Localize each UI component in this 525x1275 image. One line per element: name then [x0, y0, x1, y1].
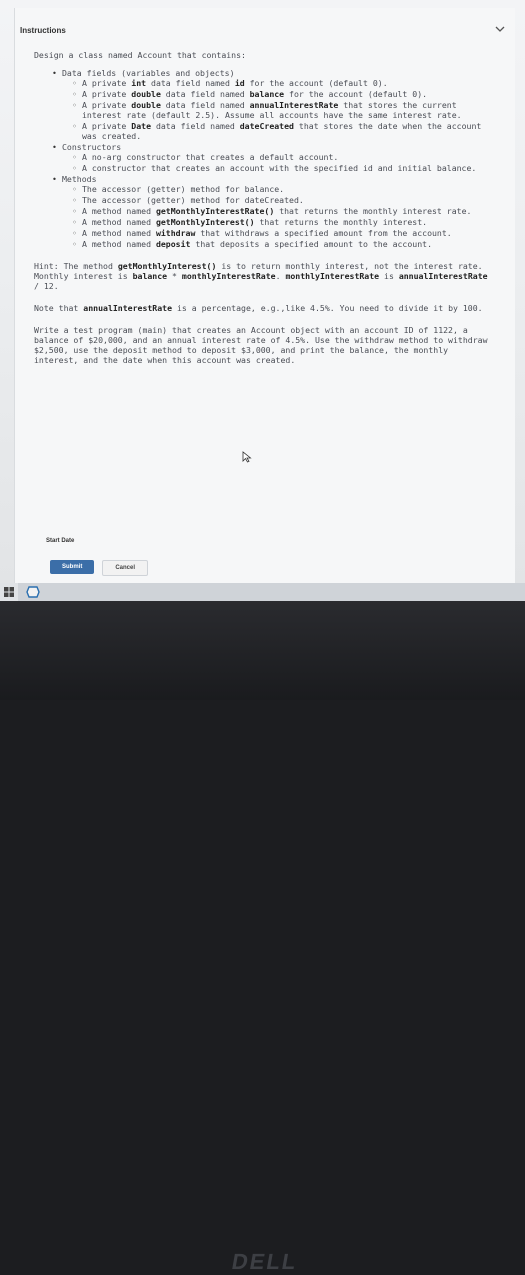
taskbar-app-button[interactable] [24, 585, 42, 599]
list-item: A private double data field named balanc… [72, 89, 494, 99]
section-item: MethodsThe accessor (getter) method for … [52, 174, 494, 249]
code-identifier: annualInterestRate [249, 100, 339, 110]
code-identifier: monthlyInterestRate [181, 271, 276, 281]
requirements-list: Data fields (variables and objects)A pri… [34, 68, 494, 249]
assignment-text: Design a class named Account that contai… [34, 40, 494, 365]
code-identifier: double [131, 89, 161, 99]
sub-list: A private int data field named id for th… [62, 78, 494, 141]
code-identifier: balance [249, 89, 285, 99]
paragraph: Note that annualInterestRate is a percen… [34, 303, 483, 313]
cancel-button[interactable]: Cancel [102, 560, 149, 576]
taskbar [0, 583, 525, 601]
code-identifier: deposit [155, 239, 191, 249]
app-icon [26, 586, 40, 598]
code-identifier: getMonthlyInterest() [155, 217, 255, 227]
code-identifier: double [131, 100, 161, 110]
code-identifier: monthlyInterestRate [285, 271, 380, 281]
code-identifier: annualInterestRate [83, 303, 173, 313]
code-identifier: getMonthlyInterestRate() [155, 206, 275, 216]
form-actions: Submit Cancel [50, 560, 149, 576]
section-label: Data fields (variables and objects) [62, 68, 235, 78]
notes-section: Hint: The method getMonthlyInterest() is… [34, 261, 494, 365]
laptop-bezel: DELL [0, 601, 525, 1274]
windows-start-button[interactable] [0, 583, 18, 601]
intro-text: Design a class named Account that contai… [34, 50, 246, 60]
submit-button[interactable]: Submit [50, 560, 95, 574]
windows-logo-icon [4, 587, 14, 597]
section-item: Data fields (variables and objects)A pri… [52, 68, 494, 141]
sub-list: A no-arg constructor that creates a defa… [62, 152, 494, 173]
mouse-cursor-icon [242, 451, 252, 463]
section-label: Constructors [62, 142, 122, 152]
list-item: A private Date data field named dateCrea… [72, 121, 494, 141]
code-identifier: int [131, 78, 147, 88]
list-item: A constructor that creates an account wi… [72, 163, 494, 173]
section-label: Methods [62, 174, 97, 184]
paragraph: Hint: The method getMonthlyInterest() is… [34, 261, 488, 291]
start-date-label: Start Date [46, 538, 75, 544]
list-item: A method named deposit that deposits a s… [72, 239, 494, 249]
list-item: A method named withdraw that withdraws a… [72, 228, 494, 238]
list-item: The accessor (getter) method for dateCre… [72, 195, 494, 205]
code-identifier: getMonthlyInterest() [117, 261, 217, 271]
brand-logo: DELL [229, 1249, 300, 1274]
code-identifier: balance [132, 271, 168, 281]
code-identifier: id [234, 78, 245, 88]
code-identifier: Date [131, 121, 152, 131]
chevron-down-icon[interactable] [495, 24, 505, 34]
section-item: ConstructorsA no-arg constructor that cr… [52, 142, 494, 173]
code-identifier: annualInterestRate [398, 271, 488, 281]
code-identifier: withdraw [155, 228, 196, 238]
list-item: A private int data field named id for th… [72, 78, 494, 88]
list-item: A private double data field named annual… [72, 100, 494, 120]
monitor-screen: Instructions Design a class named Accoun… [0, 0, 525, 590]
list-item: A method named getMonthlyInterestRate() … [72, 206, 494, 216]
list-item: A no-arg constructor that creates a defa… [72, 152, 494, 162]
page-title: Instructions [20, 25, 66, 35]
list-item: A method named getMonthlyInterest() that… [72, 217, 494, 227]
paragraph: Write a test program (main) that creates… [34, 325, 488, 365]
sub-list: The accessor (getter) method for balance… [62, 184, 494, 249]
code-identifier: dateCreated [239, 121, 294, 131]
instructions-header[interactable]: Instructions [20, 20, 513, 40]
list-item: The accessor (getter) method for balance… [72, 184, 494, 194]
